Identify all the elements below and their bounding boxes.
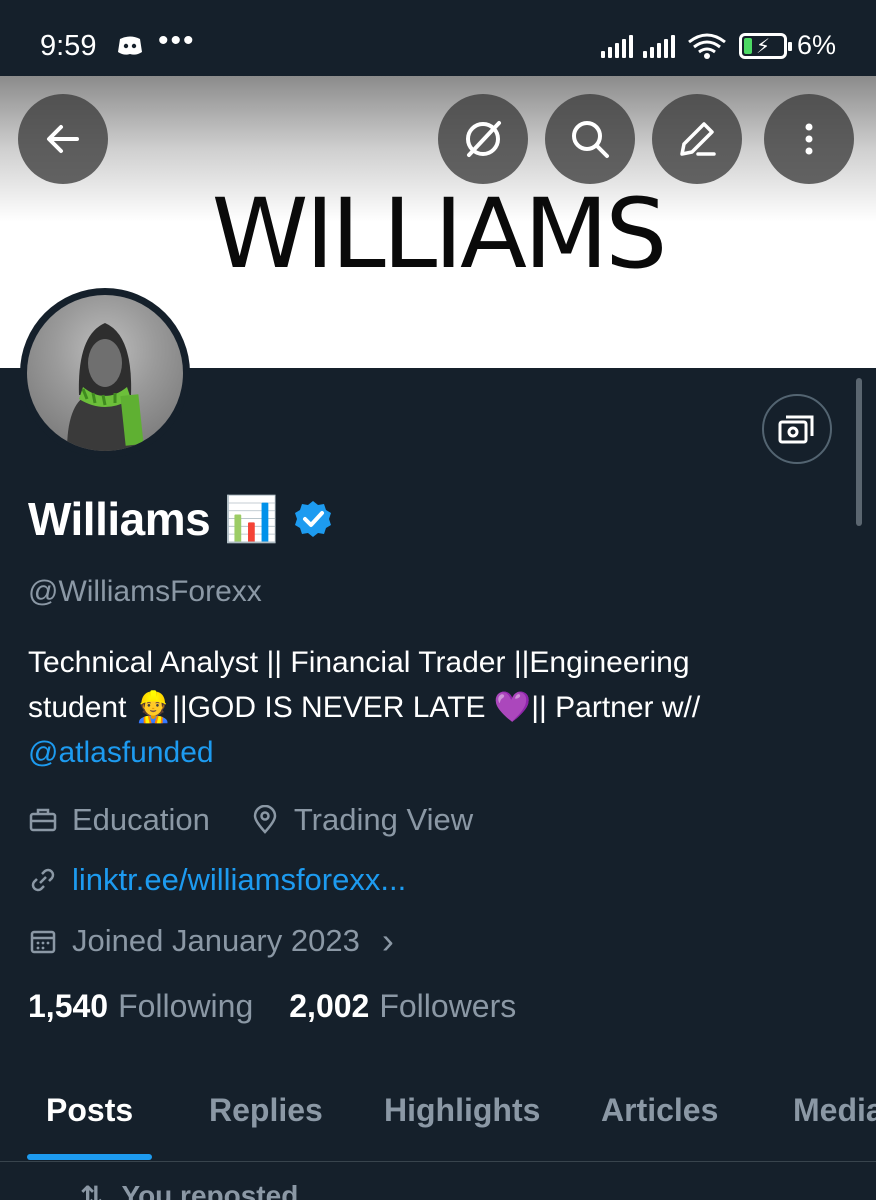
followers-count: 2,002	[289, 988, 370, 1024]
profile-bio: Technical Analyst || Financial Trader ||…	[28, 640, 828, 775]
back-button[interactable]	[18, 94, 108, 184]
wifi-icon	[688, 33, 726, 59]
profile-website-link[interactable]: linktr.ee/williamsforexx...	[72, 862, 406, 898]
tab-replies[interactable]: Replies	[209, 1092, 323, 1129]
profile-name: Williams	[28, 493, 211, 545]
profile-avatar[interactable]	[20, 288, 190, 458]
calendar-icon	[30, 930, 56, 954]
repost-label: You reposted	[121, 1180, 299, 1200]
signal-icon	[600, 34, 633, 58]
bio-line: student 👷||GOD IS NEVER LATE 💜|| Partner…	[28, 691, 701, 724]
scrollbar[interactable]	[856, 378, 862, 526]
more-button[interactable]	[764, 94, 854, 184]
location-icon	[253, 805, 277, 834]
profile-location: Trading View	[293, 802, 474, 837]
tab-highlights[interactable]: Highlights	[384, 1092, 540, 1129]
avatar-image	[27, 295, 183, 451]
battery-icon: ⚡	[738, 32, 792, 59]
edit-button[interactable]	[652, 94, 742, 184]
profile-tabs: Posts Replies Highlights Articles Media	[0, 1080, 876, 1162]
edit-icon	[680, 122, 716, 156]
profile-joined: Joined January 2023	[72, 923, 360, 958]
tab-articles[interactable]: Articles	[601, 1092, 718, 1129]
search-icon	[572, 121, 609, 158]
followers-label: Followers	[379, 988, 517, 1024]
profile-category: Education	[72, 802, 210, 837]
chevron-right-icon: ›	[381, 920, 394, 961]
followers-stat[interactable]: 2,002 Followers	[289, 988, 516, 1025]
bio-mention-link[interactable]: @atlasfunded	[28, 736, 214, 769]
following-stat[interactable]: 1,540 Following	[28, 988, 253, 1025]
arrow-left-icon	[47, 125, 79, 153]
tip-button[interactable]	[762, 394, 832, 464]
verified-badge-icon[interactable]	[293, 499, 333, 539]
profile-meta-row: Education Trading View	[28, 802, 513, 838]
grok-button[interactable]	[438, 94, 528, 184]
profile-website-row: linktr.ee/williamsforexx...	[28, 862, 406, 898]
profile-name-row: Williams 📊	[28, 492, 333, 546]
repost-icon: ⇅	[80, 1181, 104, 1200]
tab-media[interactable]: Media	[793, 1092, 876, 1129]
repost-indicator: ⇅ You reposted	[80, 1180, 298, 1200]
bio-line: Technical Analyst || Financial Trader ||…	[28, 646, 690, 679]
battery-percent: 6%	[796, 30, 836, 60]
bar-chart-emoji: 📊	[224, 495, 279, 544]
following-count: 1,540	[28, 988, 109, 1024]
following-label: Following	[118, 988, 254, 1024]
profile-joined-row[interactable]: Joined January 2023 ›	[28, 920, 394, 962]
tab-posts[interactable]: Posts	[46, 1092, 133, 1129]
notification-overflow: •••	[158, 24, 196, 57]
link-icon	[31, 868, 55, 892]
signal-icon-2	[642, 34, 675, 58]
banner-text: WILLIAMS	[211, 178, 668, 290]
search-button[interactable]	[545, 94, 635, 184]
status-time: 9:59	[40, 30, 97, 62]
follow-stats: 1,540 Following 2,002 Followers	[28, 988, 516, 1025]
discord-icon	[118, 36, 142, 55]
money-icon	[778, 415, 814, 444]
briefcase-icon	[29, 808, 57, 832]
grok-icon	[466, 121, 501, 157]
more-vertical-icon	[805, 123, 813, 155]
active-tab-indicator	[27, 1154, 152, 1160]
status-bar: 9:59 ••• ⚡ 6%	[0, 0, 876, 76]
profile-handle: @WilliamsForexx	[28, 575, 262, 608]
